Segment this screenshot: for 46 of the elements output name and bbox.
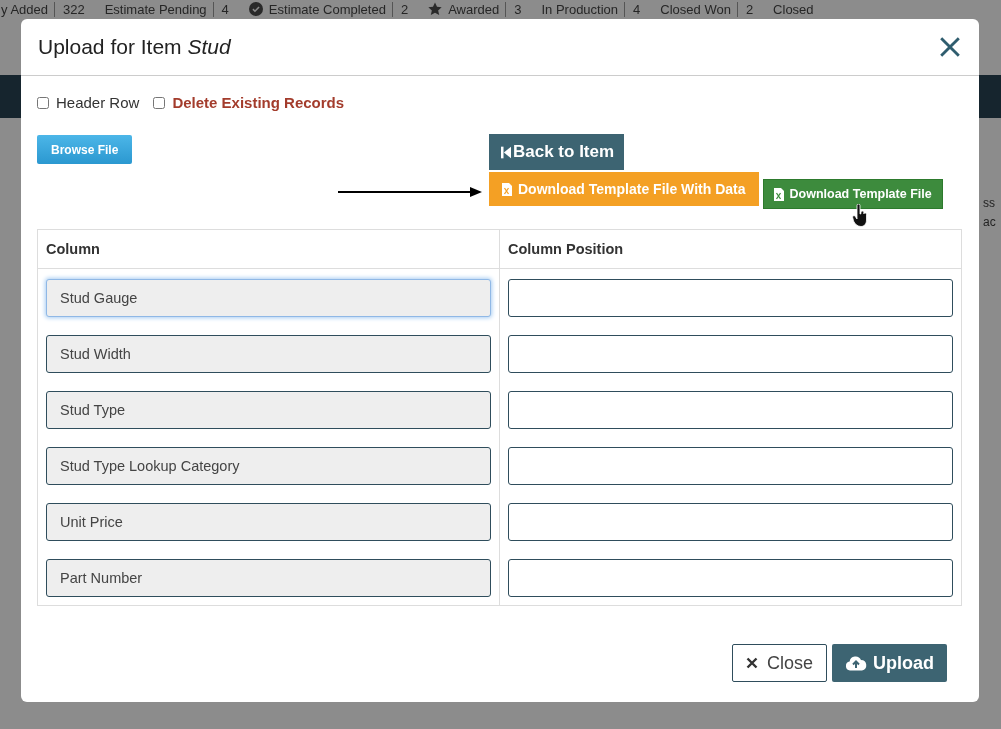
checkbox[interactable] bbox=[37, 96, 49, 109]
status-label[interactable]: In Production bbox=[541, 1, 619, 17]
checkbox-label[interactable]: Delete Existing Records bbox=[172, 94, 345, 111]
table-text: ss bbox=[983, 196, 996, 210]
status-count: 4 bbox=[212, 1, 229, 17]
checkbox[interactable] bbox=[153, 96, 166, 109]
upload-button[interactable]: Upload bbox=[832, 644, 947, 682]
status-label[interactable]: Awarded bbox=[448, 1, 500, 17]
column-header: Column bbox=[37, 229, 500, 269]
column-name-field[interactable]: Unit Price bbox=[46, 502, 491, 541]
excel-file-icon bbox=[773, 187, 784, 201]
status-count: 3 bbox=[505, 1, 522, 17]
table-text: ac bbox=[983, 215, 996, 229]
status-count: 2 bbox=[736, 1, 754, 17]
column-name-field[interactable]: Stud Width bbox=[46, 334, 491, 373]
close-button[interactable]: Close bbox=[731, 644, 827, 682]
star-icon bbox=[428, 2, 443, 16]
skip-back-icon bbox=[501, 145, 511, 159]
status-label[interactable]: y Added bbox=[1, 1, 48, 17]
status-count: 322 bbox=[54, 1, 85, 17]
download-button[interactable]: Download Template File bbox=[762, 179, 943, 209]
column-position-field[interactable] bbox=[508, 502, 953, 541]
column-position-field[interactable] bbox=[508, 278, 953, 317]
column-position-field[interactable] bbox=[508, 334, 953, 373]
status-count: 2 bbox=[391, 1, 409, 17]
column-header: Column Position bbox=[499, 229, 962, 269]
checkbox-label[interactable]: Header Row bbox=[56, 94, 140, 111]
column-name-field[interactable]: Stud Type bbox=[46, 390, 491, 429]
column-position-field[interactable] bbox=[508, 390, 953, 429]
status-count: 4 bbox=[624, 1, 641, 17]
column-position-field[interactable] bbox=[508, 558, 953, 597]
cloud-upload-icon bbox=[845, 655, 867, 671]
status-label[interactable]: Closed bbox=[773, 1, 814, 17]
status-label[interactable]: Estimate Completed bbox=[268, 1, 386, 17]
hand-cursor-icon bbox=[852, 204, 868, 228]
column-name-field[interactable]: Stud Type Lookup Category bbox=[46, 446, 491, 485]
close-icon bbox=[745, 657, 758, 669]
dialog-title: Upload for Item Stud bbox=[38, 35, 231, 59]
back-to-item-button[interactable]: Back to Item bbox=[489, 134, 625, 170]
excel-file-icon bbox=[502, 182, 512, 196]
column-name-field[interactable]: Stud Gauge bbox=[46, 278, 491, 317]
status-label[interactable]: Closed Won bbox=[660, 1, 731, 17]
close-icon[interactable] bbox=[939, 36, 961, 58]
column-position-field[interactable] bbox=[508, 446, 953, 485]
column-name-field[interactable]: Part Number bbox=[46, 558, 491, 597]
status-label[interactable]: Estimate Pending bbox=[104, 1, 207, 17]
